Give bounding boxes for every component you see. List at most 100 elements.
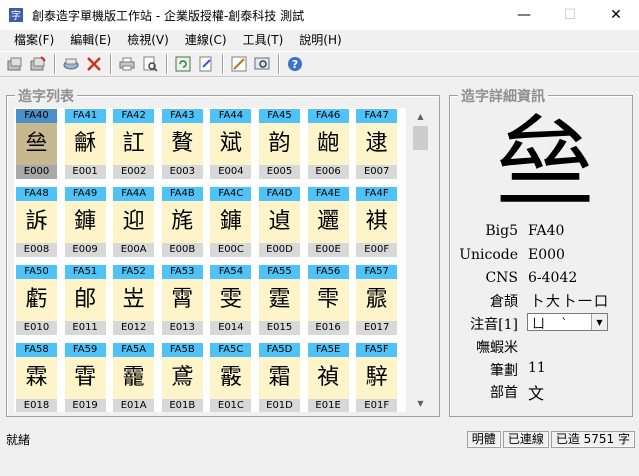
char-cell[interactable]: FA4C 龲 E00C xyxy=(210,187,252,257)
scroll-up-arrow[interactable]: ▲ xyxy=(412,108,429,125)
char-cell[interactable]: FA51 郋 E011 xyxy=(64,265,106,335)
open-icon[interactable] xyxy=(4,53,26,75)
zhuyin-select[interactable]: ㄩ ˋ ▼ xyxy=(527,313,608,332)
char-cell-code: FA57 xyxy=(356,265,398,279)
char-cell-code: FA46 xyxy=(307,109,349,123)
char-cell-unicode: E01F xyxy=(356,399,398,412)
chevron-down-icon[interactable]: ▼ xyxy=(591,314,607,330)
char-cell-unicode: E007 xyxy=(356,165,398,179)
big5-label: Big5 xyxy=(485,223,518,239)
char-cell[interactable]: FA46 龅 E006 xyxy=(307,109,349,179)
char-cell[interactable]: FA54 雯 E014 xyxy=(210,265,252,335)
char-cell-unicode: E01D xyxy=(259,399,300,412)
char-cell[interactable]: FA58 霖 E018 xyxy=(16,343,57,412)
char-cell-code: FA5C xyxy=(210,343,252,357)
wubi-label: 嘸蝦米 xyxy=(476,340,518,356)
menu-view[interactable]: 檢視(V) xyxy=(119,30,177,51)
char-cell[interactable]: FA4D 遉 E00D xyxy=(259,187,300,257)
char-cell[interactable]: FA4A 迎 E00A xyxy=(113,187,155,257)
char-cell-code: FA52 xyxy=(113,265,155,279)
char-cell-unicode: E008 xyxy=(16,243,57,257)
char-cell[interactable]: FA56 雫 E016 xyxy=(307,265,349,335)
search-window-icon[interactable] xyxy=(251,53,273,75)
char-cell[interactable]: FA40 亝 E000 xyxy=(16,109,57,179)
char-cell[interactable]: FA47 逮 E007 xyxy=(356,109,398,179)
char-cell[interactable]: FA4B 旄 E00B xyxy=(161,187,203,257)
char-cell-code: FA56 xyxy=(307,265,349,279)
char-cell-glyph: 雫 xyxy=(307,279,349,321)
char-cell-code: FA45 xyxy=(259,109,300,123)
char-cell-code: FA47 xyxy=(356,109,398,123)
edit-icon[interactable] xyxy=(195,53,217,75)
char-cell[interactable]: FA5E 禎 E01E xyxy=(307,343,349,412)
char-cell-code: FA4D xyxy=(259,187,300,201)
char-cell-code: FA42 xyxy=(113,109,155,123)
char-cell-code: FA4A xyxy=(113,187,155,201)
big-char-preview: 亝 xyxy=(495,104,595,221)
char-cell-glyph: 霄 xyxy=(161,279,203,321)
char-cell-unicode: E005 xyxy=(259,165,300,179)
char-cell[interactable]: FA45 韵 E005 xyxy=(259,109,300,179)
minimize-button[interactable]: — xyxy=(501,0,547,30)
export-icon[interactable] xyxy=(27,53,49,75)
char-cell-glyph: 岦 xyxy=(113,279,155,321)
char-cell-unicode: E000 xyxy=(16,165,57,179)
char-cell[interactable]: FA4F 褀 E00F xyxy=(356,187,398,257)
char-cell[interactable]: FA52 岦 E012 xyxy=(113,265,155,335)
char-cell[interactable]: FA53 霄 E013 xyxy=(161,265,203,335)
toolbar-separator xyxy=(278,54,280,74)
design-icon[interactable] xyxy=(228,53,250,75)
char-cell[interactable]: FA41 龢 E001 xyxy=(64,109,106,179)
menu-file[interactable]: 檔案(F) xyxy=(6,30,62,51)
char-cell-code: FA4F xyxy=(356,187,398,201)
char-cell-unicode: E016 xyxy=(307,321,349,335)
scroll-thumb[interactable] xyxy=(413,126,428,150)
char-cell[interactable]: FA4E 邐 E00E xyxy=(307,187,349,257)
delete-icon[interactable] xyxy=(83,53,105,75)
maximize-button[interactable]: ☐ xyxy=(547,0,593,30)
char-cell-unicode: E002 xyxy=(113,165,155,179)
char-cell[interactable]: FA5F 騂 E01F xyxy=(356,343,398,412)
status-count: 已造 5751 字 xyxy=(550,430,635,448)
print-preview-icon[interactable] xyxy=(60,53,82,75)
char-grid: FA40 亝 E000 FA41 龢 E001 FA42 訌 E002 FA43 贅 E003 FA44… xyxy=(14,108,406,412)
menu-tools[interactable]: 工具(T) xyxy=(235,30,292,51)
char-cell[interactable]: FA5D 霜 E01D xyxy=(259,343,300,412)
char-cell-unicode: E00B xyxy=(161,243,203,257)
cangjie-value: 卜大卜一口 xyxy=(530,294,610,310)
scroll-down-arrow[interactable]: ▼ xyxy=(412,395,429,412)
char-cell-unicode: E018 xyxy=(16,399,57,412)
menu-connect[interactable]: 連線(C) xyxy=(177,30,235,51)
char-cell[interactable]: FA57 霢 E017 xyxy=(356,265,398,335)
svg-text:字: 字 xyxy=(11,9,21,22)
help-icon[interactable]: ? xyxy=(284,53,306,75)
char-cell[interactable]: FA44 斌 E004 xyxy=(210,109,252,179)
char-cell[interactable]: FA55 霆 E015 xyxy=(259,265,300,335)
char-cell[interactable]: FA5A 靇 E01A xyxy=(113,343,155,412)
window-bottom xyxy=(0,448,639,476)
char-cell[interactable]: FA50 虧 E010 xyxy=(16,265,57,335)
char-cell-glyph: 亝 xyxy=(16,123,57,165)
char-cell-unicode: E01C xyxy=(210,399,252,412)
printer-icon[interactable] xyxy=(116,53,138,75)
char-cell[interactable]: FA49 龲 E009 xyxy=(64,187,106,257)
char-cell[interactable]: FA5B 鳶 E01B xyxy=(161,343,203,412)
char-cell-glyph: 迎 xyxy=(113,201,155,243)
preview-icon[interactable] xyxy=(139,53,161,75)
close-button[interactable]: ✕ xyxy=(593,0,639,30)
unicode-label: Unicode xyxy=(459,247,518,263)
menu-edit[interactable]: 編輯(E) xyxy=(62,30,119,51)
char-cell-unicode: E00A xyxy=(113,243,155,257)
char-cell-glyph: 邐 xyxy=(307,201,349,243)
char-cell[interactable]: FA42 訌 E002 xyxy=(113,109,155,179)
char-cell-glyph: 斌 xyxy=(210,123,252,165)
char-cell[interactable]: FA48 訴 E008 xyxy=(16,187,57,257)
menu-help[interactable]: 說明(H) xyxy=(291,30,349,51)
refresh-icon[interactable] xyxy=(172,53,194,75)
char-cell[interactable]: FA59 雸 E019 xyxy=(64,343,106,412)
char-cell[interactable]: FA5C 霰 E01C xyxy=(210,343,252,412)
char-cell-unicode: E00C xyxy=(210,243,252,257)
char-cell[interactable]: FA43 贅 E003 xyxy=(161,109,203,179)
cns-value: 6-4042 xyxy=(528,270,578,286)
char-grid-scrollbar[interactable]: ▲ ▼ xyxy=(412,108,429,412)
